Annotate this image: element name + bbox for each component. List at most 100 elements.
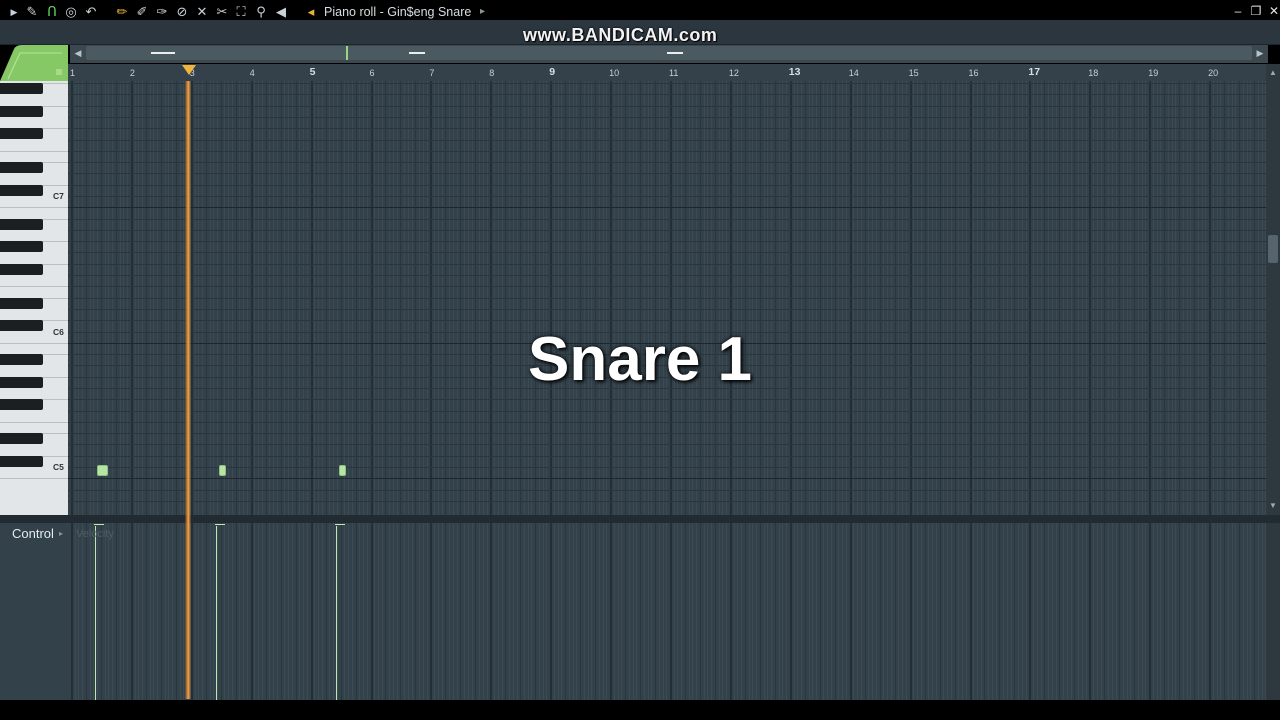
restore-button[interactable]: ❐ [1249,3,1263,19]
delete-icon[interactable]: ⊘ [174,4,190,20]
minimize-button[interactable]: ‒ [1231,3,1245,19]
grid-column [1261,523,1263,700]
playhead-line[interactable] [185,81,191,699]
grid-column [1182,523,1184,700]
grid-column [1201,523,1203,700]
scroll-up-icon[interactable]: ▲ [1266,66,1280,80]
black-key[interactable] [0,455,43,467]
white-key [0,478,68,480]
vertical-scroll-thumb[interactable] [1268,235,1278,263]
zoom-icon[interactable]: ⚲ [253,4,269,20]
velocity-bar[interactable] [94,526,96,700]
note[interactable] [97,465,109,476]
piano-keyboard[interactable]: C7 C6 C5 [0,81,69,515]
black-key[interactable] [0,399,43,411]
slice-icon[interactable]: ✂ [214,4,230,20]
grid-column [1059,523,1061,700]
grid-column [595,523,597,700]
bandicam-watermark: www.BANDICAM.com [523,25,718,45]
paint-icon[interactable]: ✑ [154,4,170,20]
control-vertical-scrollbar[interactable] [1266,523,1280,700]
grid-column [920,523,922,700]
grid-column [535,523,537,700]
black-key[interactable] [0,297,43,309]
target-icon[interactable]: ◎ [63,4,79,20]
magnet-icon[interactable]: Ո [44,4,60,20]
piano-roll-title[interactable]: Piano roll - Gin$eng Snare [324,4,471,20]
grid-column [962,523,963,700]
grid-column [400,523,402,700]
grid-column [767,523,769,700]
note[interactable] [339,465,347,476]
grid-column [1003,523,1005,700]
black-key[interactable] [0,162,43,174]
black-key[interactable] [0,105,43,117]
grid-column [306,523,308,700]
black-key[interactable] [0,184,43,196]
note-color-tab[interactable] [0,45,68,81]
grid-column [1006,523,1008,700]
grid-column [228,523,230,700]
panel-splitter[interactable] [0,515,1280,523]
black-key[interactable] [0,433,43,445]
timeline-ruler[interactable]: 1 2 3 4 5 6 7 8 9 10 11 12 13 14 15 16 17 18 19 20 [68,64,1266,82]
close-button[interactable]: ✕ [1267,3,1280,19]
grid-column [370,523,373,700]
black-key[interactable] [0,83,43,95]
black-key[interactable] [0,241,43,253]
scroll-down-icon[interactable]: ▼ [1266,499,1280,513]
grid-column [628,523,630,700]
grid-row [68,455,1266,457]
note[interactable] [219,465,227,476]
grid-column [265,523,267,700]
grid-column [344,523,346,700]
black-key[interactable] [0,128,43,140]
black-key[interactable] [0,263,43,275]
grid-column [1186,523,1188,700]
grid-column [632,523,634,700]
select-icon[interactable]: ⛶ [233,4,249,20]
grid-column [782,523,784,700]
black-key[interactable] [0,218,43,230]
grid-column [553,523,555,700]
channel-arrow-icon[interactable]: ◂ [303,4,319,20]
note-grid[interactable] [68,81,1266,515]
grid-column [426,523,428,700]
grid-column [437,523,439,700]
grid-column [890,523,892,700]
wrench-icon[interactable]: ✎ [24,4,40,20]
grid-column [879,523,881,700]
undo-icon[interactable]: ↶ [83,4,99,20]
grid-row [68,83,1266,85]
speaker-icon[interactable]: ◀ [273,4,289,20]
pencil-icon[interactable]: ✏ [114,4,130,20]
velocity-handle[interactable] [334,524,345,527]
title-chevron-icon[interactable]: ▸ [480,4,485,20]
grid-column [557,523,559,700]
grid-column [531,523,533,700]
playhead-marker-icon[interactable] [182,65,196,75]
menu-arrow-icon[interactable]: ▶ [6,4,22,20]
velocity-lane[interactable] [68,523,1266,700]
white-key [0,421,68,423]
grid-column [737,523,739,700]
control-selector[interactable]: Control [12,526,54,542]
grid-column [658,523,660,700]
brush-icon[interactable]: ✐ [134,4,150,20]
velocity-handle[interactable] [214,524,225,527]
grid-column [819,523,821,700]
grid-column [318,523,320,700]
grid-column [613,523,615,700]
control-chevron-icon[interactable]: ▸ [59,527,63,541]
grid-column [471,523,473,700]
grid-column [261,523,263,700]
vertical-scrollbar[interactable] [1266,64,1280,515]
scroll-right-icon[interactable]: ▶ [1254,46,1266,60]
grid-column [546,523,548,700]
velocity-bar[interactable] [335,526,337,700]
scroll-position-marker[interactable] [346,46,348,60]
mute-icon[interactable]: ✕ [194,4,210,20]
scroll-left-icon[interactable]: ◀ [72,46,84,60]
velocity-bar[interactable] [215,526,217,700]
grid-column [1242,523,1244,700]
